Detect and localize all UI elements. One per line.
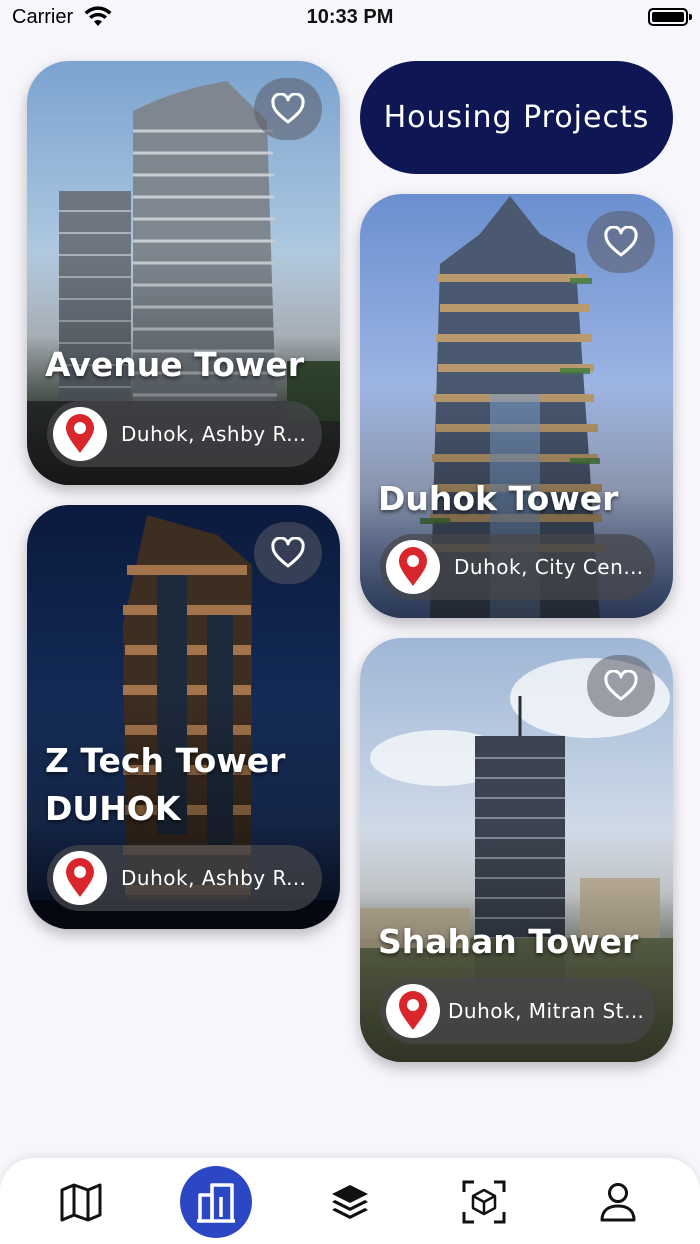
heart-icon (604, 670, 638, 701)
clock-label: 10:33 PM (306, 6, 394, 28)
location-pin-icon (66, 414, 94, 453)
project-card-z-tech-tower[interactable]: Z Tech Tower DUHOK Duhok, Ashby Roa... (27, 505, 340, 929)
location-pill: Duhok, City Center (380, 534, 655, 600)
ar-cube-icon (462, 1180, 506, 1224)
project-name: Duhok Tower (378, 479, 619, 518)
location-pin-icon (66, 858, 94, 897)
status-bar: Carrier 10:33 PM (0, 0, 700, 40)
location-pin-icon (399, 547, 427, 586)
favorite-button[interactable] (587, 211, 655, 273)
heart-icon (604, 226, 638, 257)
location-pill: Duhok, Ashby Roa... (47, 845, 322, 911)
location-pill: Duhok, Ashby Road (47, 401, 322, 467)
tab-profile[interactable] (582, 1166, 654, 1238)
location-pill: Duhok, Mitran Street (380, 978, 655, 1044)
battery-icon (648, 8, 692, 26)
heart-icon (271, 537, 305, 568)
tab-ar-view[interactable] (448, 1166, 520, 1238)
tab-projects[interactable] (180, 1166, 252, 1238)
project-location: Duhok, Ashby Roa... (121, 866, 322, 890)
map-icon (60, 1183, 102, 1222)
profile-icon (600, 1183, 636, 1222)
tab-layers[interactable] (314, 1166, 386, 1238)
page-title: Housing Projects (360, 61, 673, 174)
favorite-button[interactable] (254, 78, 322, 140)
layers-icon (332, 1185, 368, 1219)
favorite-button[interactable] (587, 655, 655, 717)
project-name: Avenue Tower (45, 345, 305, 384)
project-card-shahan-tower[interactable]: Shahan Tower Duhok, Mitran Street (360, 638, 673, 1062)
bottom-tab-bar (0, 1158, 700, 1244)
project-card-avenue-tower[interactable]: Avenue Tower Duhok, Ashby Road (27, 61, 340, 485)
favorite-button[interactable] (254, 522, 322, 584)
project-card-duhok-tower[interactable]: Duhok Tower Duhok, City Center (360, 194, 673, 618)
project-name: Z Tech Tower DUHOK (45, 741, 286, 828)
project-location: Duhok, Mitran Street (448, 999, 655, 1023)
tab-map[interactable] (45, 1166, 117, 1238)
project-location: Duhok, Ashby Road (121, 422, 322, 446)
project-location: Duhok, City Center (454, 555, 654, 579)
heart-icon (271, 93, 305, 124)
buildings-icon (197, 1183, 235, 1223)
project-name: Shahan Tower (378, 922, 639, 961)
location-pin-icon (399, 991, 427, 1030)
